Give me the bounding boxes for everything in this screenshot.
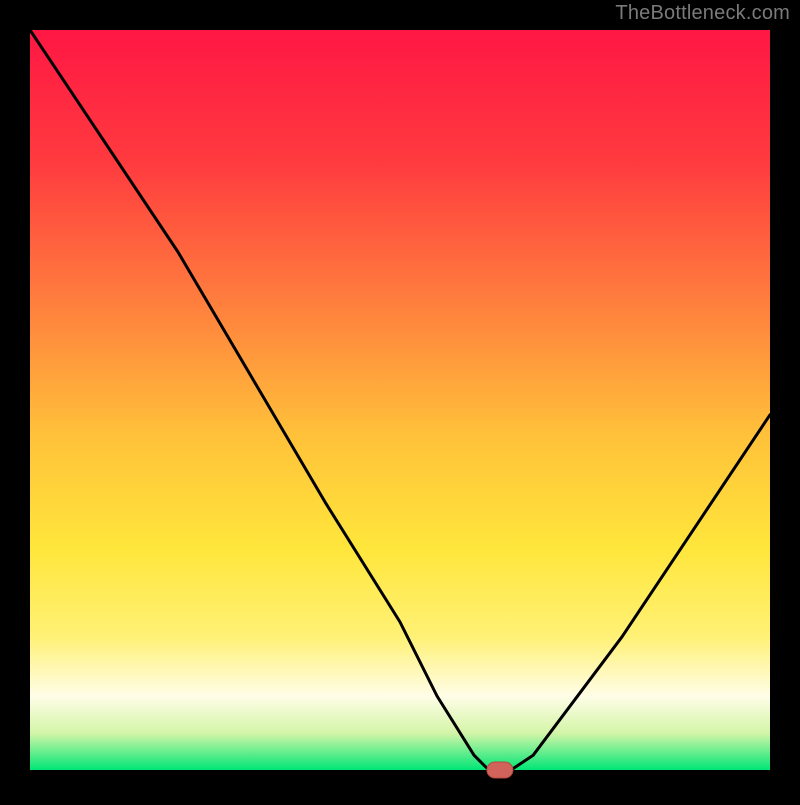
optimal-point-marker [487,762,513,778]
chart-svg [0,0,800,800]
watermark-text: TheBottleneck.com [615,2,790,25]
bottleneck-chart: TheBottleneck.com [0,0,800,800]
chart-plot-area [30,30,770,770]
